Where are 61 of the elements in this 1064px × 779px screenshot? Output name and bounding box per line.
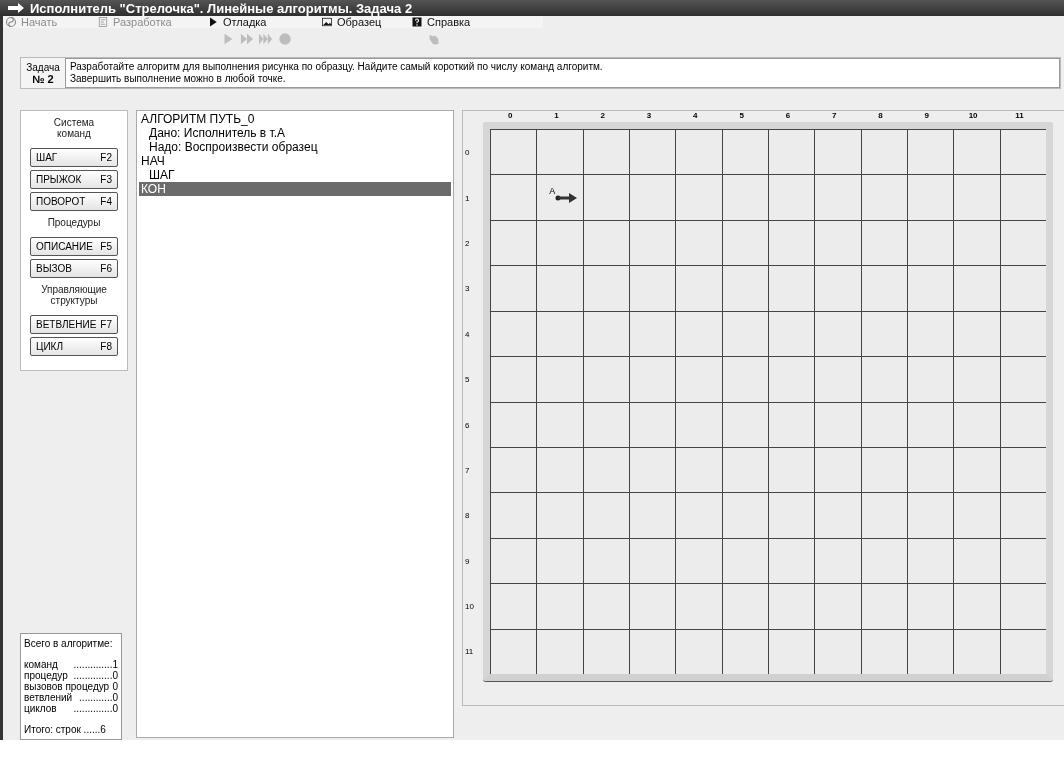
arrow-icon bbox=[8, 3, 24, 14]
stats-title: Всего в алгоритме: bbox=[24, 638, 114, 649]
row-label: 11 bbox=[464, 646, 475, 659]
stats-row: команд ..............1 bbox=[24, 659, 118, 670]
column-label: 2 bbox=[599, 111, 606, 120]
column-label: 7 bbox=[831, 111, 838, 120]
section-heading: Управляющие структуры bbox=[40, 284, 108, 306]
program-line[interactable]: Дано: Исполнитель в т.А bbox=[139, 126, 451, 140]
column-label: 5 bbox=[738, 111, 745, 120]
column-label: 9 bbox=[923, 111, 931, 120]
row-label: 9 bbox=[464, 555, 471, 568]
column-label: 6 bbox=[784, 111, 792, 120]
arrow-icon bbox=[555, 193, 578, 204]
command-button[interactable]: ШАГ F2 bbox=[30, 148, 118, 167]
task-description: Разработайте алгоритм для выполнения рисунка по образцу. Найдите самый короткий по числу команд алгоритм. Завершить выполнение можно в любой точке. bbox=[65, 58, 1060, 88]
command-button[interactable]: ОПИСАНИЕ F5 bbox=[30, 237, 118, 256]
row-label: 0 bbox=[464, 147, 471, 160]
command-button[interactable]: ПРЫЖОК F3 bbox=[30, 170, 118, 189]
row-label: 3 bbox=[464, 283, 471, 296]
stats-row: процедур ..............0 bbox=[24, 670, 118, 681]
row-label: 1 bbox=[464, 192, 471, 205]
column-label: 3 bbox=[645, 111, 653, 120]
row-label: 7 bbox=[464, 464, 471, 477]
row-label: 10 bbox=[464, 601, 475, 614]
section-heading: Процедуры bbox=[46, 217, 102, 228]
picture-icon bbox=[321, 16, 333, 29]
row-label: 5 bbox=[464, 374, 471, 387]
stats-row: вызовов процедур 0 bbox=[24, 681, 118, 692]
play-icon bbox=[207, 16, 219, 29]
row-label: 8 bbox=[464, 510, 471, 523]
task-number: № 2 bbox=[32, 72, 54, 85]
start-point-label: A bbox=[549, 186, 556, 197]
task-label: Задача bbox=[26, 61, 60, 73]
command-button[interactable]: ЦИКЛ F8 bbox=[30, 337, 118, 356]
column-label: 1 bbox=[553, 111, 560, 120]
stats-row: ветвлений ............0 bbox=[24, 692, 118, 703]
command-button[interactable]: ВЕТВЛЕНИЕ F7 bbox=[30, 315, 118, 334]
command-button[interactable]: ПОВОРОТ F4 bbox=[30, 192, 118, 211]
column-label: 0 bbox=[506, 111, 514, 120]
menu-item[interactable]: Образец bbox=[319, 16, 409, 29]
column-label: 4 bbox=[692, 111, 699, 120]
program-line[interactable]: Надо: Воспроизвести образец bbox=[139, 140, 451, 154]
window-title: Исполнитель "Стрелочка". Линейные алгоритмы. Задача 2 bbox=[30, 0, 413, 16]
menu-item[interactable]: Справка bbox=[409, 16, 489, 29]
command-button[interactable]: ВЫЗОВ F6 bbox=[30, 259, 118, 278]
program-line[interactable]: ШАГ bbox=[139, 168, 451, 182]
column-label: 8 bbox=[877, 111, 884, 120]
program-line[interactable]: АЛГОРИТМ ПУТЬ_0 bbox=[139, 112, 451, 126]
program-line[interactable]: НАЧ bbox=[139, 154, 451, 168]
column-label: 10 bbox=[967, 111, 979, 120]
section-heading: Система команд bbox=[52, 117, 96, 139]
document-icon bbox=[97, 16, 109, 29]
column-label: 11 bbox=[1014, 111, 1025, 120]
row-label: 4 bbox=[464, 328, 471, 341]
row-label: 6 bbox=[464, 419, 471, 432]
stats-row: циклов ..............0 bbox=[24, 703, 118, 714]
row-label: 2 bbox=[464, 237, 471, 250]
stats-total: Итого: строк ......6 bbox=[24, 724, 107, 735]
program-editor[interactable]: АЛГОРИТМ ПУТЬ_0 Дано: Исполнитель в т.А Надо: Воспроизвести образец НАЧ ШАГ КОН bbox=[136, 110, 454, 738]
menu-item[interactable]: Отладка bbox=[205, 16, 319, 29]
yin-yang-icon bbox=[5, 16, 17, 29]
